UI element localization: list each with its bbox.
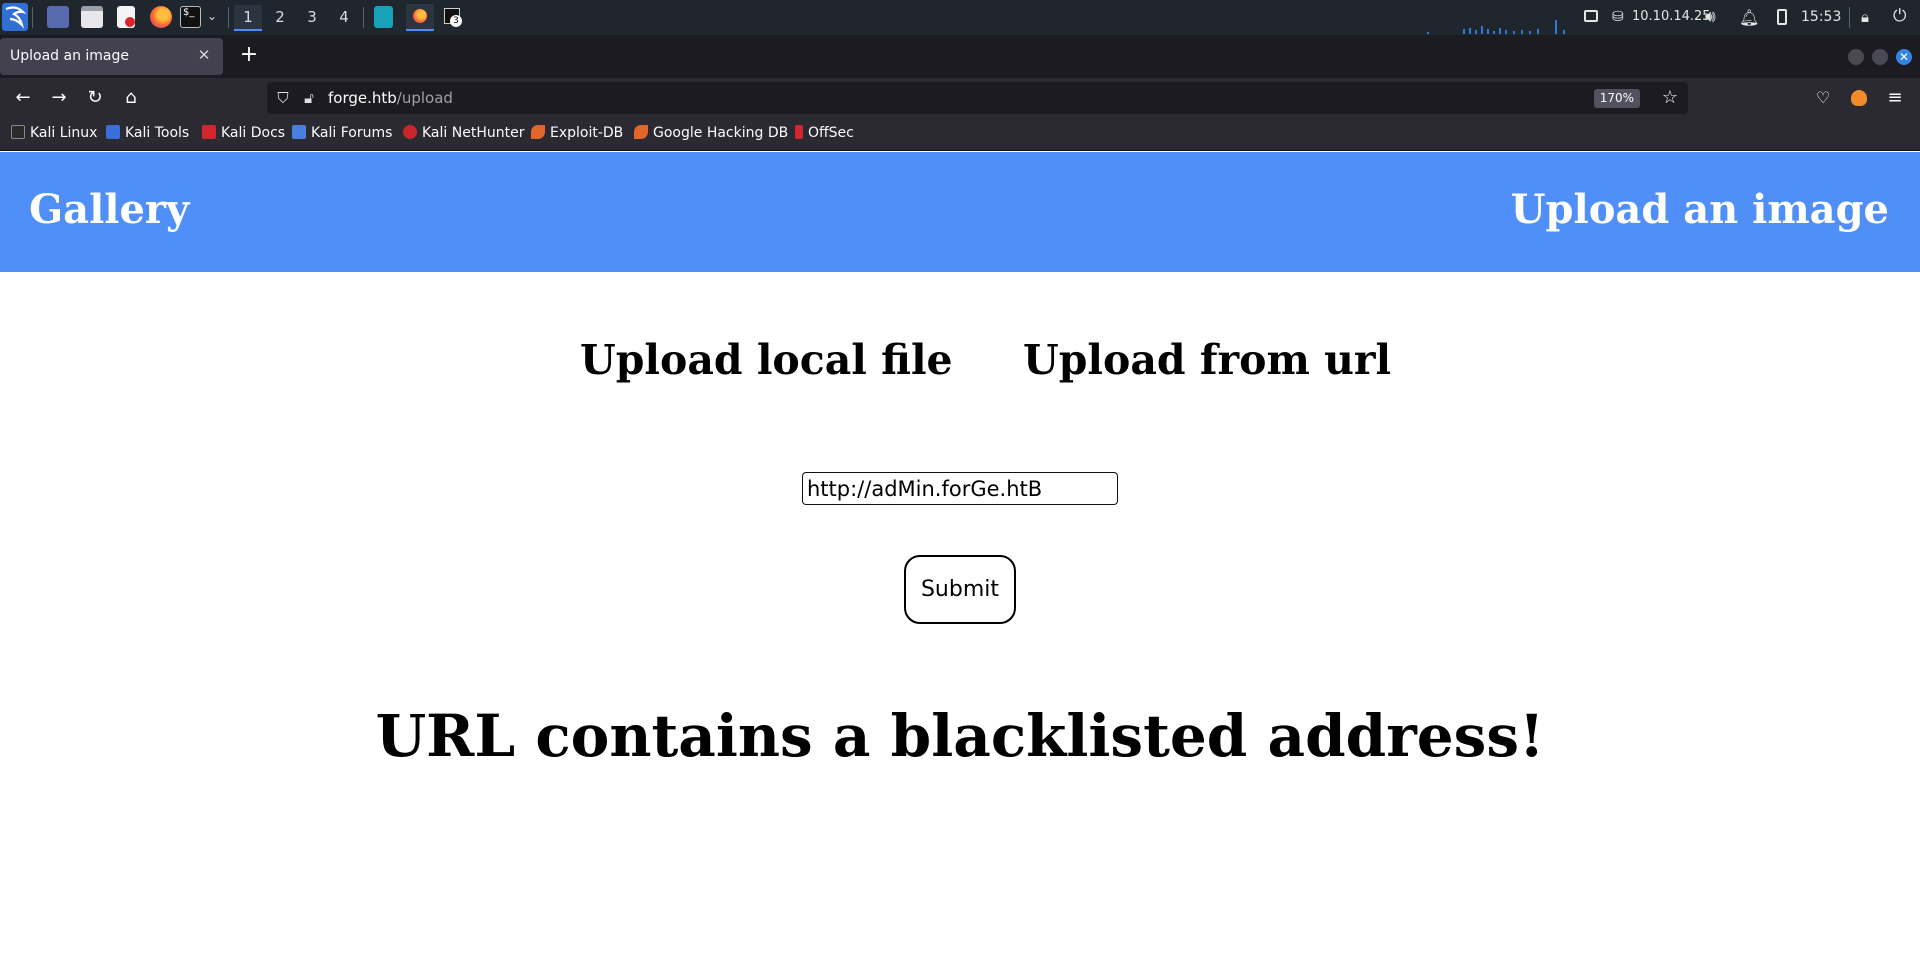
nethunter-icon — [403, 125, 417, 139]
ip-address: 10.10.14.25 — [1632, 9, 1711, 24]
window-close-button[interactable]: ✕ — [1896, 49, 1912, 65]
maximize-button[interactable] — [1872, 49, 1888, 65]
bookmark-label: Kali Linux — [30, 125, 98, 141]
workspace-2[interactable]: 2 — [266, 5, 294, 31]
zoom-level-badge[interactable]: 170% — [1593, 89, 1640, 108]
url-text[interactable]: forge.htb/upload — [328, 89, 453, 107]
home-icon[interactable]: ⌂ — [117, 84, 145, 112]
insecure-lock-icon[interactable]: 🔓︎ — [299, 88, 319, 108]
chevron-down-icon[interactable]: ⌄ — [207, 9, 217, 23]
url-path: /upload — [396, 89, 453, 107]
firefox-icon[interactable] — [150, 6, 172, 28]
tab-title: Upload an image — [10, 48, 130, 64]
reload-icon[interactable]: ↻ — [81, 84, 109, 112]
bookmark-exploit-db[interactable]: Exploit-DB — [531, 125, 623, 145]
tab-strip: Upload an image ✕ + ✕ — [0, 35, 1920, 78]
terminal-icon[interactable]: $_ — [180, 6, 201, 28]
new-tab-button[interactable]: + — [236, 43, 262, 69]
ghdb-icon — [634, 125, 648, 139]
bookmark-kali-forums[interactable]: Kali Forums — [292, 125, 392, 145]
site-title-link[interactable]: Gallery — [29, 186, 189, 233]
battery-icon[interactable] — [1777, 9, 1787, 25]
bookmark-label: Kali Tools — [125, 125, 190, 141]
workspace-4[interactable]: 4 — [330, 5, 358, 31]
notification-bell-icon[interactable]: 🔔︎ — [1739, 8, 1759, 27]
file-manager-icon[interactable] — [81, 6, 103, 28]
url-bar[interactable]: ⛉ 🔓︎ forge.htb/upload 170% ☆ — [267, 82, 1688, 114]
system-panel: $_ ⌄ 1 2 3 4 3 ⛁ 10.10.14.25 🔊︎ 🔔︎ 15:53… — [0, 0, 1920, 35]
upload-nav-link[interactable]: Upload an image — [1511, 186, 1889, 233]
minimize-button[interactable] — [1848, 49, 1864, 65]
kali-dragon-icon — [11, 125, 25, 139]
bookmark-offsec[interactable]: OffSec — [795, 125, 854, 145]
bookmark-label: Google Hacking DB — [653, 125, 789, 141]
extension-fox-icon[interactable] — [1845, 84, 1873, 112]
pocket-icon[interactable]: ♡ — [1809, 84, 1837, 112]
power-icon[interactable]: ⏻ — [1893, 6, 1906, 26]
navigation-toolbar: ← → ↻ ⌂ ⛉ 🔓︎ forge.htb/upload 170% ☆ ♡ ≡ — [0, 78, 1920, 118]
kali-tools-icon — [106, 125, 120, 139]
lock-icon[interactable]: 🔒︎ — [1861, 8, 1869, 26]
upload-local-file-option[interactable]: Upload local file — [580, 336, 953, 384]
menu-hamburger-icon[interactable]: ≡ — [1881, 84, 1909, 112]
network-icon[interactable]: ⛁ — [1612, 9, 1624, 25]
kali-menu-icon[interactable] — [2, 3, 28, 31]
kali-forums-icon — [292, 125, 306, 139]
web-page: Gallery Upload an image Upload local fil… — [0, 152, 1920, 972]
error-message: URL contains a blacklisted address! — [375, 702, 1545, 770]
site-header: Gallery Upload an image — [0, 152, 1920, 272]
upload-from-url-option[interactable]: Upload from url — [1023, 336, 1391, 384]
submit-button[interactable]: Submit — [904, 555, 1016, 624]
app-window-icon[interactable] — [374, 6, 393, 28]
offsec-icon — [795, 125, 803, 139]
close-icon[interactable]: ✕ — [195, 46, 213, 64]
terminal-window-icon[interactable]: 3 — [444, 8, 462, 27]
bookmark-kali-nethunter[interactable]: Kali NetHunter — [403, 125, 524, 145]
exploit-db-icon — [531, 125, 545, 139]
bookmark-label: Kali Forums — [311, 125, 393, 141]
firefox-window-button[interactable] — [406, 4, 434, 31]
bookmark-kali-tools[interactable]: Kali Tools — [106, 125, 189, 145]
workspace-3[interactable]: 3 — [298, 5, 326, 31]
volume-icon[interactable]: 🔊︎ — [1705, 7, 1716, 27]
bookmark-google-hacking-db[interactable]: Google Hacking DB — [634, 125, 788, 145]
shield-icon[interactable]: ⛉ — [273, 88, 293, 108]
bookmark-label: OffSec — [808, 125, 854, 141]
bookmark-label: Exploit-DB — [550, 125, 624, 141]
bookmark-label: Kali NetHunter — [422, 125, 525, 141]
bookmark-label: Kali Docs — [221, 125, 286, 141]
network-graph — [1427, 20, 1565, 34]
firefox-icon — [413, 9, 427, 23]
bookmark-kali-linux[interactable]: Kali Linux — [11, 125, 97, 145]
kali-docs-icon — [202, 125, 216, 139]
desktop-icon[interactable] — [47, 6, 69, 28]
url-input[interactable] — [802, 472, 1118, 505]
forward-arrow-icon[interactable]: → — [45, 84, 73, 112]
tab-upload-an-image[interactable]: Upload an image ✕ — [0, 38, 223, 75]
clock: 15:53 — [1801, 9, 1842, 25]
display-icon[interactable] — [1584, 10, 1598, 22]
bookmarks-bar: Kali Linux Kali Tools Kali Docs Kali For… — [0, 118, 1920, 151]
back-arrow-icon[interactable]: ← — [9, 84, 37, 112]
text-editor-icon[interactable] — [117, 6, 135, 28]
bookmark-kali-docs[interactable]: Kali Docs — [202, 125, 285, 145]
url-host: forge.htb — [328, 89, 397, 107]
window-count-badge: 3 — [450, 15, 462, 27]
workspace-1[interactable]: 1 — [234, 5, 262, 31]
bookmark-star-icon[interactable]: ☆ — [1662, 87, 1678, 108]
